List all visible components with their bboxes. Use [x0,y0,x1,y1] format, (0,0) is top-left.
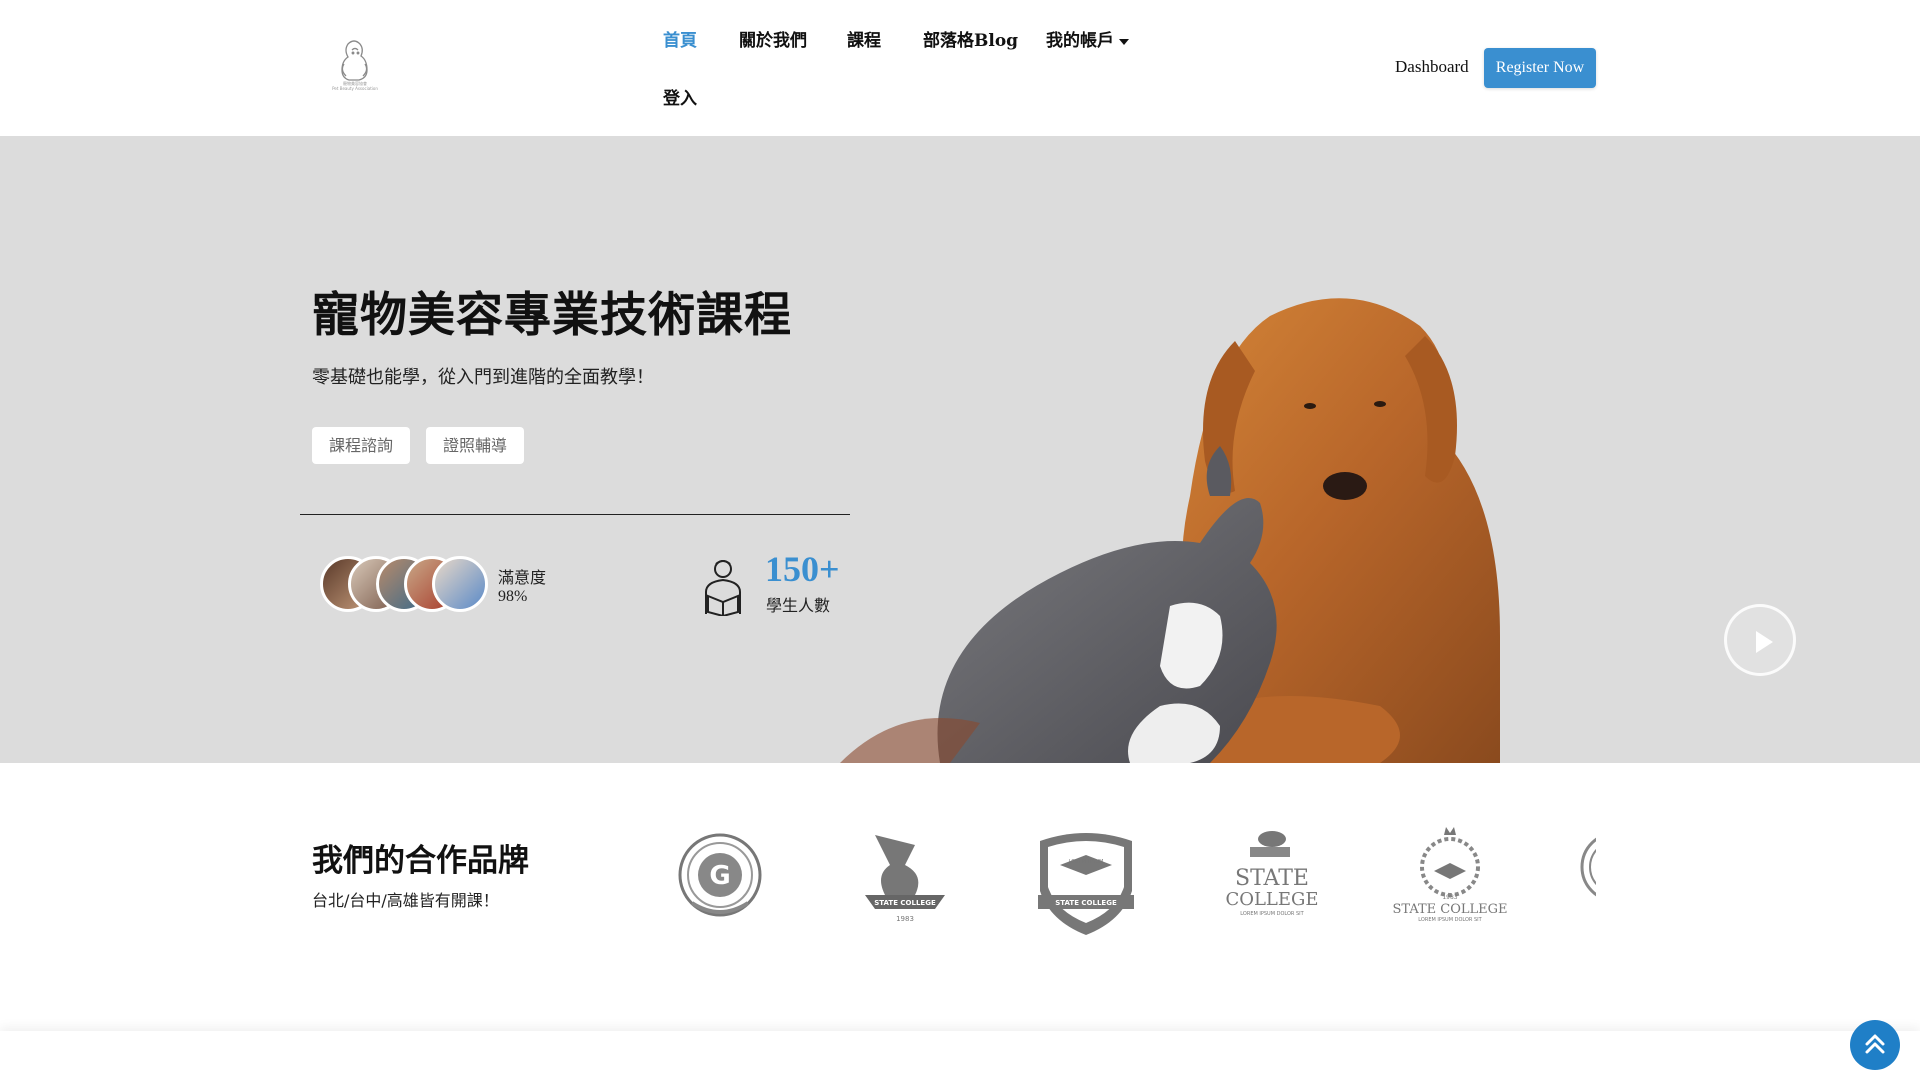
svg-text:G: G [709,861,730,891]
hero-title: 寵物美容專業技術課程 [312,288,792,343]
svg-text:LOREM IPSUM DOLOR SIT: LOREM IPSUM DOLOR SIT [1418,917,1482,923]
back-to-top-button[interactable] [1850,1020,1900,1070]
partner-logo[interactable]: LOREM IPSUM STATE COLLEGE [1026,825,1146,945]
site-logo[interactable]: 寵物美容協會 Pet Beauty Association [322,36,388,92]
hero-section: 寵物美容專業技術課程 零基礎也能學，從入門到進階的全面教學！ 課程諮詢 證照輔導… [0,136,1920,763]
student-count-label: 學生人數 [766,596,831,615]
site-header: 寵物美容協會 Pet Beauty Association 首頁 關於我們 課程… [0,0,1920,136]
hero-divider [300,514,850,515]
student-count: 150+ [765,549,840,589]
register-now-button[interactable]: Register Now [1484,48,1596,88]
svg-text:1983: 1983 [896,915,914,923]
nav-item-blog[interactable]: 部落格Blog [923,26,1018,51]
next-section [0,1031,1920,1080]
partner-logo-carousel: G STATE COLLEGE 1983 LOREM IPSUM STATE C… [670,825,1596,945]
svg-text:COLLEGE: COLLEGE [1225,889,1318,910]
satisfaction-label: 滿意度 [498,568,547,587]
nav-item-login[interactable]: 登入 [663,84,697,109]
svg-text:Pet Beauty Association: Pet Beauty Association [332,86,378,91]
svg-text:STATE COLLEGE: STATE COLLEGE [1392,902,1507,917]
partners-title: 我們的合作品牌 [312,843,529,879]
avatar [432,556,488,612]
student-reading-icon [705,560,741,616]
hero-subtitle: 零基礎也能學，從入門到進階的全面教學！ [312,367,654,388]
play-video-button[interactable] [1724,604,1796,676]
nav-item-courses[interactable]: 課程 [847,26,881,51]
partner-logo[interactable]: STATE COLLEGE LOREM IPSUM DOLOR SIT [1210,825,1330,945]
dashboard-link[interactable]: Dashboard [1395,57,1469,77]
double-chevron-up-icon [1865,1034,1885,1054]
play-icon [1756,631,1773,653]
course-consult-button[interactable]: 課程諮詢 [312,427,410,464]
nav-item-account-label: 我的帳戶 [1046,31,1114,51]
svg-text:STATE: STATE [1235,866,1309,891]
pet-logo-icon: 寵物美容協會 Pet Beauty Association [332,40,378,91]
nav-item-home[interactable]: 首頁 [663,26,697,51]
caret-down-icon [1119,38,1129,45]
partner-logo[interactable] [1576,825,1596,945]
partner-logo[interactable]: 1983 STATE COLLEGE LOREM IPSUM DOLOR SIT [1390,825,1510,945]
svg-text:LOREM IPSUM DOLOR SIT: LOREM IPSUM DOLOR SIT [1240,911,1304,917]
partner-logo[interactable]: STATE COLLEGE 1983 [845,825,965,945]
svg-text:LOREM IPSUM: LOREM IPSUM [1069,859,1104,865]
student-avatars [320,556,490,612]
certificate-guidance-button[interactable]: 證照輔導 [426,427,524,464]
partners-section: 我們的合作品牌 台北/台中/高雄皆有開課！ G STATE COLLEGE 19… [0,763,1920,1031]
dog-and-cat-image [840,298,1500,763]
satisfaction-value: 98% [498,588,528,605]
nav-item-account[interactable]: 我的帳戶 [1046,26,1129,51]
partners-subtitle: 台北/台中/高雄皆有開課！ [312,891,499,910]
nav-item-about[interactable]: 關於我們 [739,26,807,51]
svg-text:1983: 1983 [1442,894,1457,901]
svg-text:STATE COLLEGE: STATE COLLEGE [1055,899,1117,907]
partner-logo[interactable]: G [670,825,790,945]
svg-text:STATE COLLEGE: STATE COLLEGE [874,899,936,907]
